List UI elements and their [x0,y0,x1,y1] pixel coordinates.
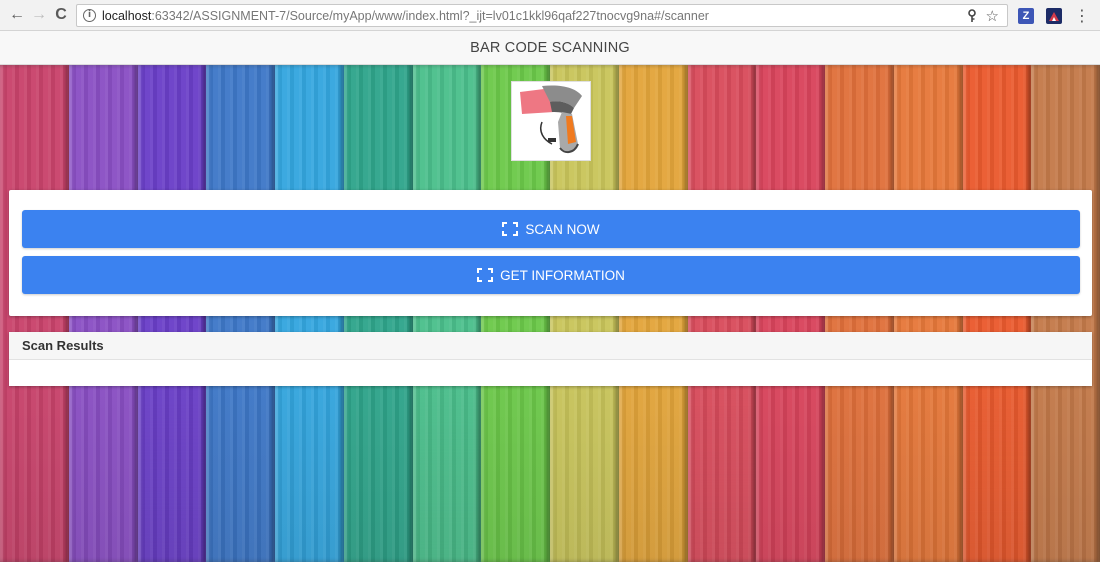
reload-icon[interactable]: C [50,4,72,26]
get-information-button[interactable]: GET INFORMATION [22,256,1080,294]
scan-now-button[interactable]: SCAN NOW [22,210,1080,248]
browser-toolbar: ← → C i localhost:63342/ASSIGNMENT-7/Sou… [0,0,1100,31]
page-title: BAR CODE SCANNING [470,39,630,56]
barcode-scanner-image [511,81,591,161]
actions-card: SCAN NOW GET INFORMATION [9,190,1092,316]
address-bar[interactable]: i localhost:63342/ASSIGNMENT-7/Source/my… [76,4,1008,27]
scan-results-body [9,360,1092,386]
scan-now-label: SCAN NOW [525,221,600,237]
key-icon[interactable] [966,9,978,23]
url-host: localhost [102,8,152,23]
bookmark-star-icon[interactable]: ☆ [986,7,999,25]
browser-menu-icon[interactable]: ⋮ [1074,6,1090,25]
url-path: :63342/ASSIGNMENT-7/Source/myApp/www/ind… [151,8,709,23]
scan-frame-icon [502,222,519,236]
site-info-icon[interactable]: i [83,9,96,22]
app-header: BAR CODE SCANNING [0,31,1100,65]
extension-z-icon[interactable]: Z [1018,7,1034,24]
scan-results-panel: Scan Results [9,332,1092,386]
get-information-label: GET INFORMATION [500,267,625,283]
scan-results-header: Scan Results [9,332,1092,360]
scan-results-title: Scan Results [22,338,104,353]
extension-icon[interactable] [1046,7,1062,24]
forward-icon[interactable]: → [28,4,50,26]
scan-frame-icon [477,268,494,282]
back-icon[interactable]: ← [6,4,28,26]
